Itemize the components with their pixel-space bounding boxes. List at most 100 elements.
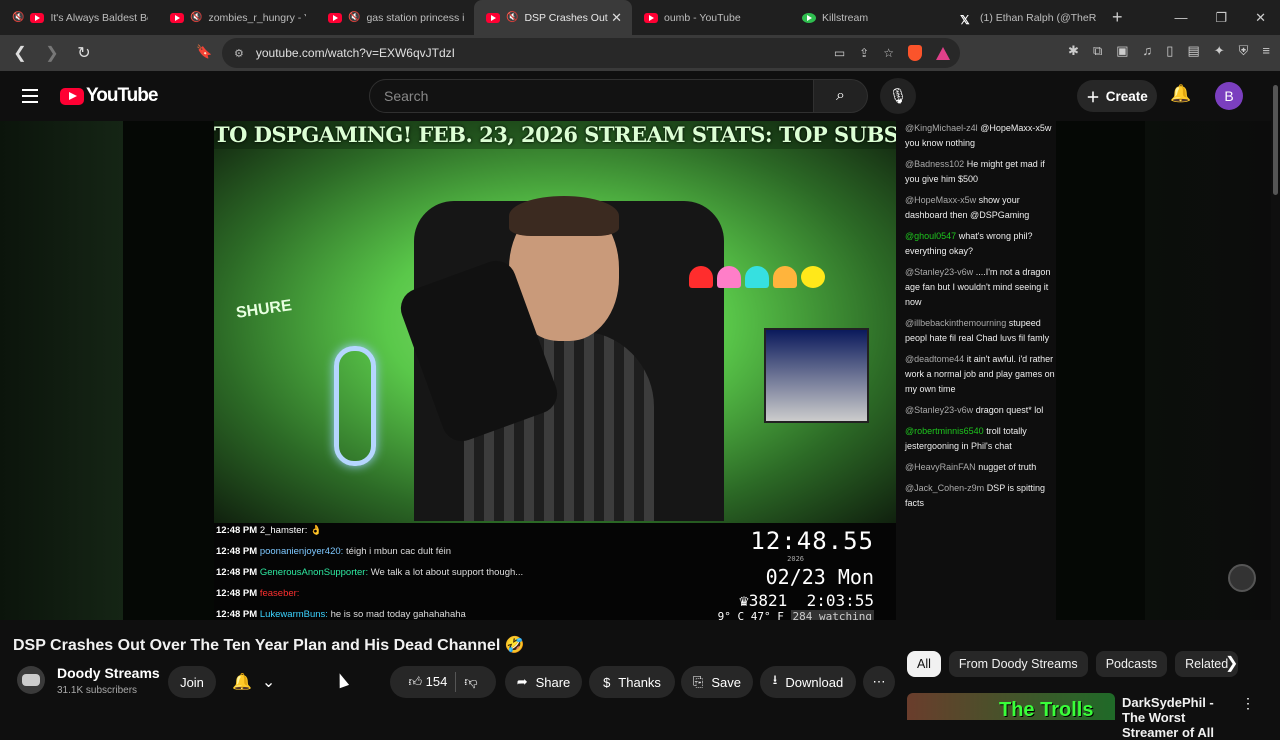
save-button[interactable]: ⎘ Save <box>681 666 753 698</box>
clock-time: 12:48.55 <box>750 527 874 555</box>
site-info-icon[interactable]: ⚙ <box>234 47 244 60</box>
brave-rewards-icon[interactable] <box>936 46 950 60</box>
wallet-icon[interactable]: ▤ <box>1187 43 1199 59</box>
leo-icon[interactable]: ✦ <box>1214 43 1225 59</box>
bookmark-save-icon: ⎘ <box>692 674 704 689</box>
killstream-favicon-icon <box>802 12 816 23</box>
extension-icon[interactable]: ✱ <box>1068 43 1079 59</box>
bell-icon: 🔔 <box>232 674 252 691</box>
temp-row: 9° C 47° F 284 watching <box>718 610 874 620</box>
chat-username[interactable]: @illbebackinthemourning <box>905 318 1006 328</box>
minimize-icon[interactable]: — <box>1174 10 1187 26</box>
muted-icon[interactable]: 🔇 <box>12 12 24 23</box>
notifications-bell-icon[interactable]: 🔔 <box>1170 84 1191 104</box>
window-controls: — ❐ ✕ <box>1174 10 1280 26</box>
muted-icon[interactable]: 🔇 <box>348 12 360 23</box>
create-button[interactable]: ＋ Create <box>1077 80 1157 112</box>
music-icon[interactable]: ♫ <box>1143 43 1153 59</box>
chat-username[interactable]: @ghoul0547 <box>905 231 956 241</box>
forward-icon[interactable]: ❯ <box>40 43 64 63</box>
tab-0[interactable]: 🔇 It's Always Baldest Bef <box>0 0 158 35</box>
page-scrollbar[interactable] <box>1271 71 1280 720</box>
chip-all[interactable]: All <box>907 651 941 677</box>
chat-username[interactable]: @robertminnis6540 <box>905 426 984 436</box>
chat-username[interactable]: @Jack_Cohen-z9m <box>905 483 984 493</box>
tab-3-active[interactable]: 🔇 DSP Crashes Out C ✕ <box>474 0 632 35</box>
video-player[interactable]: TO DSPGAMING! FEB. 23, 2026 STREAM STATS… <box>123 121 1145 620</box>
menu-icon[interactable]: ≡ <box>1262 43 1270 59</box>
more-actions-button[interactable]: ⋯ <box>863 666 895 698</box>
youtube-favicon-icon <box>328 12 342 23</box>
brave-shields-icon[interactable] <box>908 45 922 61</box>
cast-icon[interactable]: ▭ <box>834 46 845 60</box>
screenshot-icon[interactable]: ▣ <box>1116 43 1128 59</box>
share-page-icon[interactable]: ⇪ <box>859 46 869 60</box>
url-text[interactable]: youtube.com/watch?v=EXW6qvJTdzI <box>256 46 455 60</box>
stream-overlay: 12:48 PM 2_hamster: 👌 12:48 PM poonanien… <box>214 523 896 620</box>
chat-username[interactable]: @Badness102 <box>905 159 964 169</box>
bookmark-icon[interactable]: 🔖 <box>196 44 212 60</box>
vpn-icon[interactable]: ⛨ <box>1239 43 1249 59</box>
muted-icon[interactable]: 🔇 <box>506 12 518 23</box>
sidebar-icon[interactable]: ▯ <box>1166 43 1173 59</box>
chat-username[interactable]: @Stanley23-v6w <box>905 405 973 415</box>
chat-username[interactable]: @HeavyRainFAN <box>905 462 976 472</box>
chat-message: @ghoul0547 what's wrong phil? everything… <box>899 229 1056 259</box>
stream-clock: 12:48.55 2026 02/23 Mon ♛3821 2:03:55 9°… <box>718 527 874 620</box>
tab-4[interactable]: oumb - YouTube <box>632 0 790 35</box>
thanks-button[interactable]: $ Thanks <box>589 666 675 698</box>
address-bar[interactable]: ⚙ youtube.com/watch?v=EXW6qvJTdzI ▭ ⇪ ☆ <box>222 38 960 68</box>
maximize-icon[interactable]: ❐ <box>1215 10 1227 26</box>
recommended-thumbnail[interactable]: The Trolls <box>907 693 1115 720</box>
search-input[interactable] <box>369 79 814 113</box>
chip-podcasts[interactable]: Podcasts <box>1095 651 1168 677</box>
back-icon[interactable]: ❮ <box>8 43 32 63</box>
subscription-bell-button[interactable]: 🔔 ⌄ <box>226 666 286 698</box>
share-button[interactable]: ➦ Share <box>505 666 582 698</box>
tab-title: DSP Crashes Out C <box>524 11 612 24</box>
chat-username[interactable]: @KingMichael-z4l <box>905 123 978 133</box>
join-button[interactable]: Join <box>168 666 216 698</box>
tab-2[interactable]: 🔇 gas station princess is <box>316 0 474 35</box>
chat-username[interactable]: @Stanley23-v6w <box>905 267 973 277</box>
tab-title: gas station princess is <box>366 11 464 24</box>
tab-5[interactable]: Killstream <box>790 0 948 35</box>
scrollbar-thumb[interactable] <box>1273 85 1278 195</box>
download-button[interactable]: ⭳ Download <box>760 666 856 698</box>
share-icon: ➦ <box>516 674 528 689</box>
puzzle-icon[interactable]: ⧉ <box>1093 43 1102 59</box>
recommended-title[interactable]: DarkSydePhil - The Worst Streamer of All <box>1122 695 1240 740</box>
voice-search-button[interactable]: 🎙 <box>880 78 916 114</box>
account-avatar[interactable]: B <box>1215 82 1243 110</box>
extensions-area: ✱ ⧉ ▣ ♫ ▯ ▤ ✦ ⛨ ≡ <box>1068 43 1270 59</box>
channel-avatar[interactable] <box>17 666 45 694</box>
chip-from-channel[interactable]: From Doody Streams <box>948 651 1088 677</box>
mouse-cursor <box>334 671 350 689</box>
tab-1[interactable]: 🔇 zombies_r_hungry - Yo <box>158 0 316 35</box>
close-window-icon[interactable]: ✕ <box>1255 10 1266 26</box>
chat-username[interactable]: @HopeMaxx-x5w <box>905 195 976 205</box>
chevron-right-icon[interactable]: ❯ <box>1225 653 1238 673</box>
microphone-icon: 🎙 <box>888 88 908 105</box>
chat-message: @robertminnis6540 troll totally jestergo… <box>899 424 1056 454</box>
close-tab-icon[interactable]: ✕ <box>611 10 622 26</box>
channel-name[interactable]: Doody Streams <box>57 665 160 681</box>
browser-toolbar: ❮ ❯ ↻ 🔖 ⚙ youtube.com/watch?v=EXW6qvJTdz… <box>0 35 1280 71</box>
hamburger-menu-icon[interactable] <box>22 89 38 103</box>
chat-username[interactable]: @deadtome44 <box>905 354 964 364</box>
ambient-glow-left <box>0 121 123 620</box>
tab-6[interactable]: 𝕏 (1) Ethan Ralph (@TheRal <box>948 0 1106 35</box>
webcam-frame: TO DSPGAMING! FEB. 23, 2026 STREAM STATS… <box>214 121 896 523</box>
bookmark-star-icon[interactable]: ☆ <box>883 46 894 60</box>
reload-icon[interactable]: ↻ <box>72 43 96 63</box>
search-button[interactable]: ⌕ <box>814 79 868 113</box>
download-icon: ⭳ <box>772 672 778 687</box>
browser-tab-strip: 🔇 It's Always Baldest Bef 🔇 zombies_r_hung… <box>0 0 1280 35</box>
muted-icon[interactable]: 🔇 <box>190 12 202 23</box>
youtube-logo[interactable]: YouTube <box>60 85 158 107</box>
new-tab-icon[interactable]: + <box>1112 7 1123 28</box>
like-button[interactable]: 👍︎ 154 <box>408 674 447 690</box>
more-vertical-icon[interactable]: ⋮ <box>1241 695 1255 712</box>
dislike-button[interactable]: 👎︎ <box>464 674 477 690</box>
floating-avatar-icon[interactable] <box>1228 564 1256 592</box>
